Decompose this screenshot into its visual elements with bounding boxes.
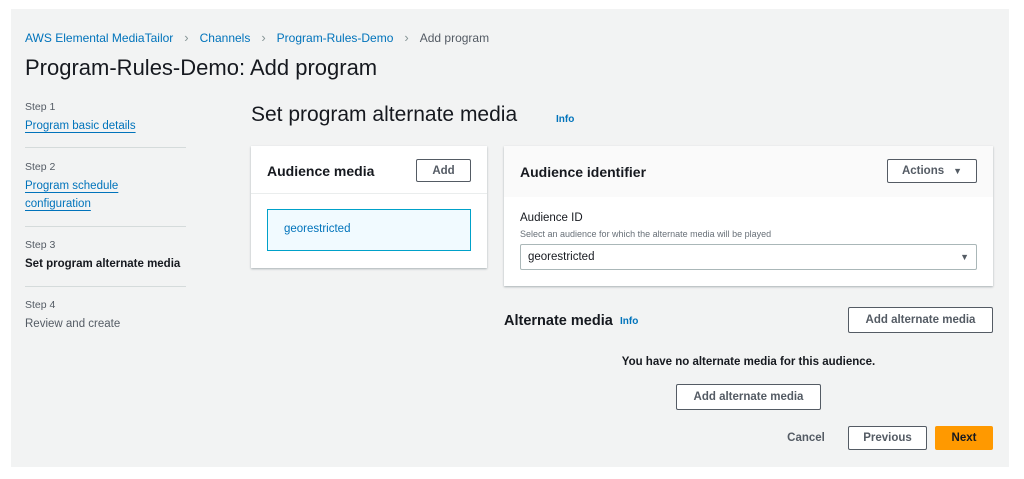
chevron-right-icon: › — [404, 30, 409, 45]
step-4-number: Step 4 — [25, 299, 56, 311]
previous-button[interactable]: Previous — [848, 426, 927, 450]
divider — [25, 147, 186, 148]
chevron-right-icon: › — [261, 30, 266, 45]
audience-id-label: Audience ID — [520, 212, 583, 224]
audience-identifier-card: Audience identifier Actions ▼ Audience ID… — [504, 146, 993, 286]
empty-add-alternate-media-button[interactable]: Add alternate media — [676, 384, 821, 410]
divider — [25, 226, 186, 227]
divider — [25, 286, 186, 287]
breadcrumb-current: Add program — [419, 30, 490, 45]
next-button[interactable]: Next — [935, 426, 993, 450]
audience-id-select[interactable]: georestricted ▼ — [520, 244, 977, 270]
breadcrumb-mediatailor[interactable]: AWS Elemental MediaTailor — [25, 31, 173, 45]
info-link[interactable]: Info — [556, 114, 574, 125]
section-title: Set program alternate media — [251, 103, 518, 126]
audience-identifier-title: Audience identifier — [520, 164, 647, 180]
step-3-current: Set program alternate media — [25, 258, 181, 270]
actions-dropdown-button[interactable]: Actions ▼ — [887, 159, 977, 183]
step-1-link[interactable]: Program basic details — [25, 117, 136, 135]
step-2-link-line2[interactable]: configuration — [25, 195, 91, 213]
breadcrumb-channels[interactable]: Channels — [200, 31, 251, 45]
audience-id-description: Select an audience for which the alterna… — [520, 229, 772, 239]
step-4-label: Review and create — [25, 318, 121, 330]
audience-media-title: Audience media — [267, 163, 375, 179]
add-alternate-media-button[interactable]: Add alternate media — [848, 307, 993, 333]
step-1-number: Step 1 — [25, 101, 56, 113]
actions-label: Actions — [901, 165, 945, 177]
breadcrumb: AWS Elemental MediaTailor › Channels › P… — [25, 30, 489, 45]
chevron-right-icon: › — [184, 30, 189, 45]
alternate-media-title: Alternate media — [504, 313, 613, 329]
caret-down-icon: ▼ — [953, 166, 963, 176]
audience-item-georestricted[interactable]: georestricted — [267, 209, 471, 251]
add-audience-button[interactable]: Add — [416, 159, 471, 182]
audience-id-value: georestricted — [528, 251, 595, 263]
step-3-number: Step 3 — [25, 239, 56, 251]
breadcrumb-channel[interactable]: Program-Rules-Demo — [277, 31, 394, 45]
cancel-button[interactable]: Cancel — [778, 426, 834, 450]
step-2-link-line1[interactable]: Program schedule — [25, 177, 118, 195]
empty-state-text: You have no alternate media for this aud… — [621, 356, 876, 368]
page-title: Program-Rules-Demo: Add program — [25, 55, 378, 80]
caret-down-icon: ▼ — [960, 252, 969, 262]
step-2-number: Step 2 — [25, 161, 56, 173]
audience-media-card: Audience media Add georestricted — [251, 146, 487, 268]
alternate-media-info-link[interactable]: Info — [620, 316, 638, 327]
